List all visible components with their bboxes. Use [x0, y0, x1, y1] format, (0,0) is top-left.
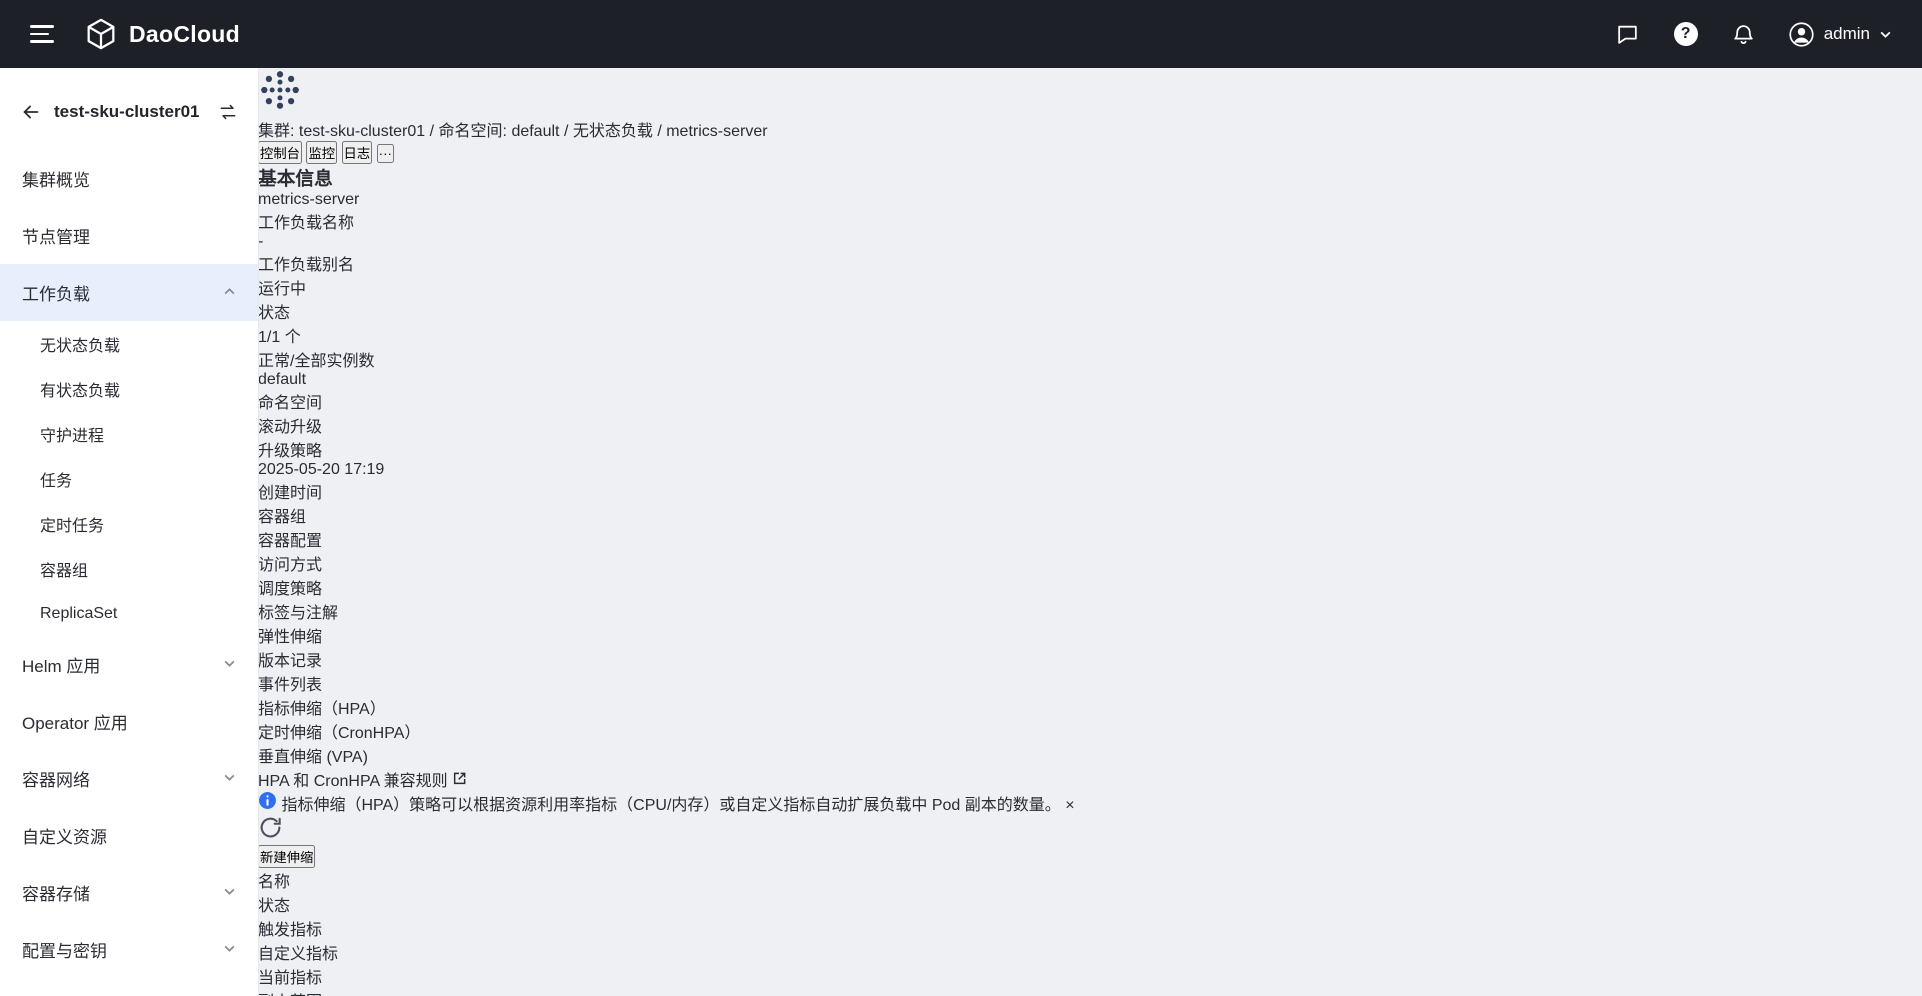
field-created-at: 2025-05-20 17:19 创建时间: [258, 461, 1075, 503]
hpa-table-header: 名称 状态 触发指标 自定义指标 当前指标 副本范围 当前副本 创建时间: [258, 868, 1075, 996]
breadcrumb-cluster-label: 集群:: [258, 123, 294, 140]
cube-logo-icon: [84, 17, 118, 51]
alert-text: 指标伸缩（HPA）策略可以根据资源利用率指标（CPU/内存）或自定义指标自动扩展…: [281, 797, 1060, 814]
chevron-down-icon: [223, 769, 236, 789]
annotation-highlight-box: 新建伸缩: [258, 845, 1075, 868]
menu-toggle-icon[interactable]: [30, 25, 54, 43]
username: admin: [1824, 24, 1870, 44]
sidebar-nav: 集群概览 节点管理 工作负载 无状态负载 有状态负载 守护进程 任务 定时任务 …: [0, 134, 258, 978]
basic-info-title: 基本信息: [258, 164, 1075, 191]
sidebar-item-node-management[interactable]: 节点管理: [0, 207, 258, 264]
breadcrumb-namespace-value[interactable]: default: [511, 123, 559, 140]
sidebar-item-replicaset[interactable]: ReplicaSet: [0, 591, 258, 636]
avatar-icon: [1788, 21, 1815, 48]
hpa-toolbar: 新建伸缩: [258, 815, 1075, 868]
tab-event-list[interactable]: 事件列表: [258, 671, 1075, 695]
chevron-up-icon: [223, 283, 236, 303]
info-icon: [258, 791, 277, 810]
tab-labels-annotations[interactable]: 标签与注解: [258, 599, 1075, 623]
tab-scheduling-policy[interactable]: 调度策略: [258, 575, 1075, 599]
tab-container-config[interactable]: 容器配置: [258, 527, 1075, 551]
external-link-icon: [452, 770, 468, 786]
tab-access-method[interactable]: 访问方式: [258, 551, 1075, 575]
sidebar-group-container-storage[interactable]: 容器存储: [0, 864, 258, 921]
sidebar-item-pods[interactable]: 容器组: [0, 546, 258, 591]
breadcrumb-separator: /: [430, 123, 434, 140]
daocloud-logo: DaoCloud: [84, 17, 240, 51]
breadcrumb-workload-type[interactable]: 无状态负载: [573, 123, 653, 140]
subtab-hpa[interactable]: 指标伸缩（HPA）: [258, 695, 1075, 719]
chevron-down-icon: [223, 940, 236, 960]
notifications-bell-icon[interactable]: [1730, 20, 1758, 48]
main-content: 集群: test-sku-cluster01 / 命名空间: default /…: [258, 68, 1075, 996]
column-header-status: 状态: [258, 892, 1075, 916]
more-actions-button[interactable]: ···: [377, 144, 394, 163]
sidebar: test-sku-cluster01 集群概览 节点管理 工作负载 无状态负载 …: [0, 68, 258, 996]
brand-name: DaoCloud: [129, 21, 240, 48]
sidebar-item-stateless-workloads[interactable]: 无状态负载: [0, 321, 258, 366]
sidebar-item-daemonsets[interactable]: 守护进程: [0, 411, 258, 456]
column-header-replica-range: 副本范围: [258, 988, 1075, 996]
monitor-button[interactable]: 监控: [306, 141, 337, 164]
chevron-down-icon: [223, 655, 236, 675]
column-header-trigger-metric: 触发指标: [258, 916, 1075, 940]
create-hpa-button[interactable]: 新建伸缩: [258, 845, 315, 868]
hpa-info-alert: 指标伸缩（HPA）策略可以根据资源利用率指标（CPU/内存）或自定义指标自动扩展…: [258, 791, 1075, 815]
help-icon[interactable]: ?: [1672, 20, 1700, 48]
field-namespace: default 命名空间: [258, 371, 1075, 413]
column-header-name: 名称: [258, 868, 1075, 892]
subtab-vpa[interactable]: 垂直伸缩 (VPA): [258, 743, 1075, 767]
sidebar-cluster-name: test-sku-cluster01: [54, 102, 206, 122]
alert-close-icon[interactable]: ×: [1065, 797, 1074, 814]
chevron-down-icon: [223, 883, 236, 903]
tab-version-history[interactable]: 版本记录: [258, 647, 1075, 671]
breadcrumb-cluster-value[interactable]: test-sku-cluster01: [299, 123, 425, 140]
user-menu[interactable]: admin: [1788, 21, 1892, 48]
status-text: 运行中: [258, 281, 306, 298]
topbar: DaoCloud ? admin: [0, 0, 1922, 68]
subtab-bar: 指标伸缩（HPA） 定时伸缩（CronHPA） 垂直伸缩 (VPA) HPA 和…: [258, 695, 1075, 791]
sidebar-item-operator-apps[interactable]: Operator 应用: [0, 693, 258, 750]
breadcrumb-separator: /: [657, 123, 661, 140]
field-upgrade-strategy: 滚动升级 升级策略: [258, 413, 1075, 461]
back-arrow-icon[interactable]: [20, 101, 42, 123]
sidebar-item-jobs[interactable]: 任务: [0, 456, 258, 501]
sidebar-item-cluster-overview[interactable]: 集群概览: [0, 150, 258, 207]
tab-bar: 容器组 容器配置 访问方式 调度策略 标签与注解 弹性伸缩 版本记录 事件列表: [258, 503, 1075, 695]
tab-elastic-scaling[interactable]: 弹性伸缩: [258, 623, 1075, 647]
breadcrumb: 集群: test-sku-cluster01 / 命名空间: default /…: [258, 117, 1075, 141]
cluster-dots-icon: [258, 99, 302, 116]
subtab-cronhpa[interactable]: 定时伸缩（CronHPA）: [258, 719, 1075, 743]
hpa-compatibility-rules-link[interactable]: HPA 和 CronHPA 兼容规则: [258, 767, 1075, 791]
sidebar-item-custom-resources[interactable]: 自定义资源: [0, 807, 258, 864]
tab-pods[interactable]: 容器组: [258, 503, 1075, 527]
field-workload-name: metrics-server 工作负载名称: [258, 191, 1075, 233]
field-instances: 1/1 个 正常/全部实例数: [258, 323, 1075, 371]
breadcrumb-namespace-label: 命名空间:: [439, 123, 507, 140]
logs-button[interactable]: 日志: [342, 141, 373, 164]
column-header-custom-metric: 自定义指标: [258, 940, 1075, 964]
refresh-icon[interactable]: [258, 827, 283, 844]
detail-tabs-card: 容器组 容器配置 访问方式 调度策略 标签与注解 弹性伸缩 版本记录 事件列表 …: [258, 503, 1075, 996]
chevron-down-icon: [1879, 28, 1892, 41]
field-status: 运行中 状态: [258, 275, 1075, 323]
field-workload-alias: - 工作负载别名: [258, 233, 1075, 275]
breadcrumb-separator: /: [564, 123, 568, 140]
sidebar-item-stateful-workloads[interactable]: 有状态负载: [0, 366, 258, 411]
chat-icon[interactable]: [1614, 20, 1642, 48]
sidebar-item-cronjobs[interactable]: 定时任务: [0, 501, 258, 546]
switch-cluster-icon[interactable]: [218, 102, 238, 122]
column-header-current-metric: 当前指标: [258, 964, 1075, 988]
sidebar-group-helm-apps[interactable]: Helm 应用: [0, 636, 258, 693]
console-button[interactable]: 控制台: [258, 141, 302, 164]
sidebar-group-config-secrets[interactable]: 配置与密钥: [0, 921, 258, 978]
sidebar-group-workloads[interactable]: 工作负载: [0, 264, 258, 321]
basic-info-card: metrics-server 工作负载名称 - 工作负载别名 运行中 状态 1/…: [258, 191, 1075, 503]
breadcrumb-workload-name: metrics-server: [666, 123, 767, 140]
sidebar-group-container-network[interactable]: 容器网络: [0, 750, 258, 807]
